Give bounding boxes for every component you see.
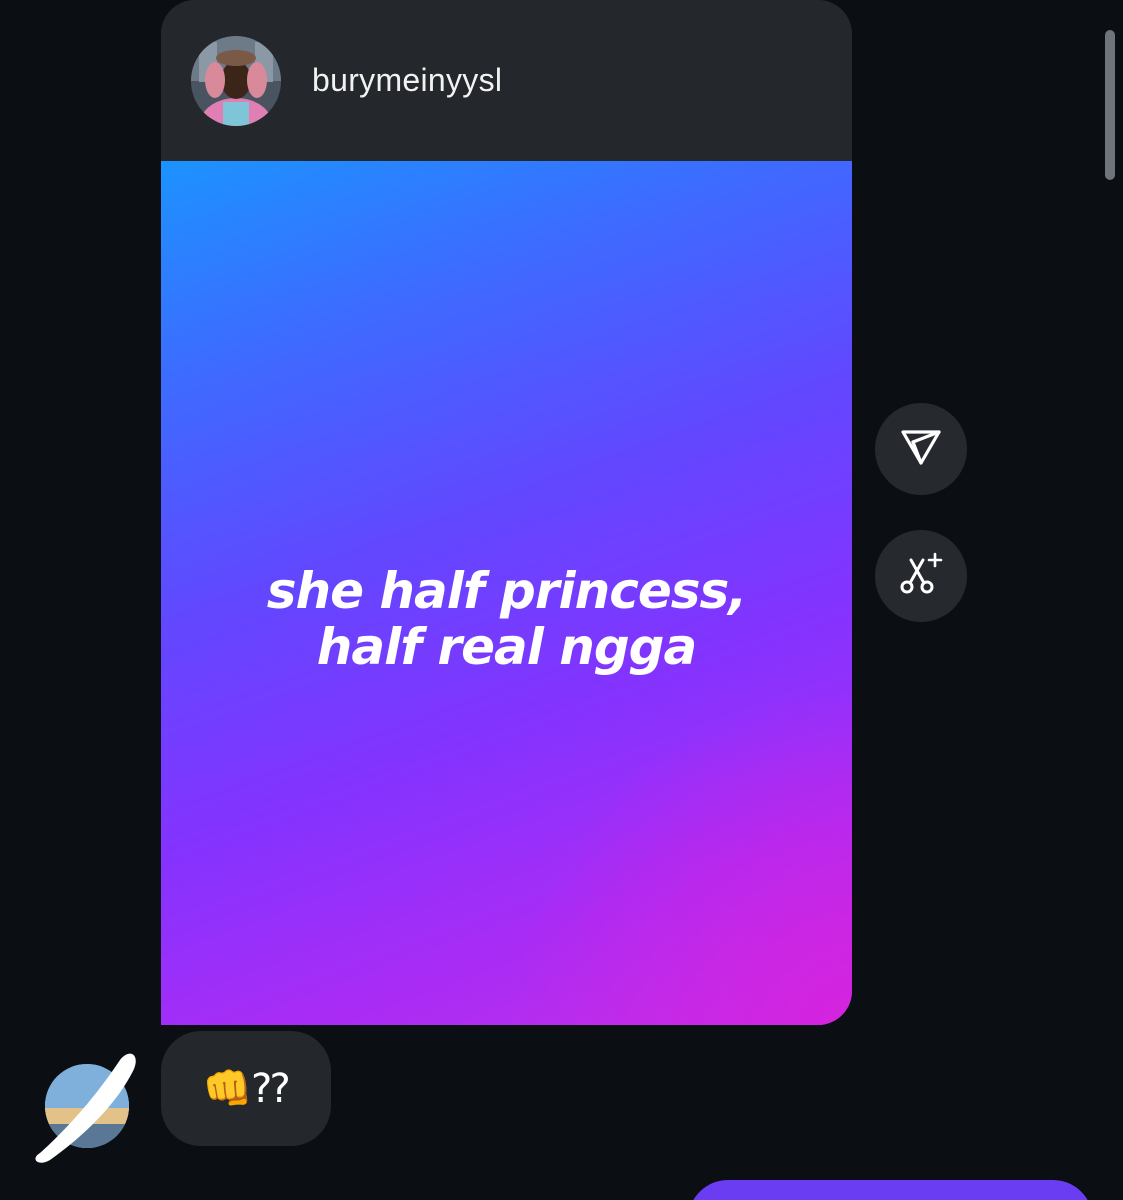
post-header[interactable]: burymeinyysl xyxy=(161,0,852,161)
author-avatar[interactable] xyxy=(191,36,281,126)
post-media[interactable]: she half princess, half real ngga xyxy=(161,161,852,1025)
chat-thread: burymeinyysl she half princess, half rea… xyxy=(0,0,1123,1200)
post-caption: she half princess, half real ngga xyxy=(161,563,852,675)
scissors-sparkle-icon xyxy=(897,550,945,603)
caption-line-1: she half princess, xyxy=(266,562,748,620)
author-username[interactable]: burymeinyysl xyxy=(312,62,502,99)
redaction-scribble xyxy=(35,1053,136,1163)
caption-line-2: half real ngga xyxy=(316,618,697,676)
shared-post-card[interactable]: burymeinyysl she half princess, half rea… xyxy=(161,0,852,1025)
reply-message-text: 👊⁇ xyxy=(202,1067,290,1111)
remix-button[interactable] xyxy=(875,530,967,622)
share-button[interactable] xyxy=(875,403,967,495)
paper-plane-icon xyxy=(899,425,943,474)
reply-message-bubble[interactable]: 👊⁇ xyxy=(161,1031,331,1146)
scrollbar[interactable] xyxy=(1105,30,1115,180)
outgoing-message-bubble[interactable] xyxy=(688,1180,1093,1200)
